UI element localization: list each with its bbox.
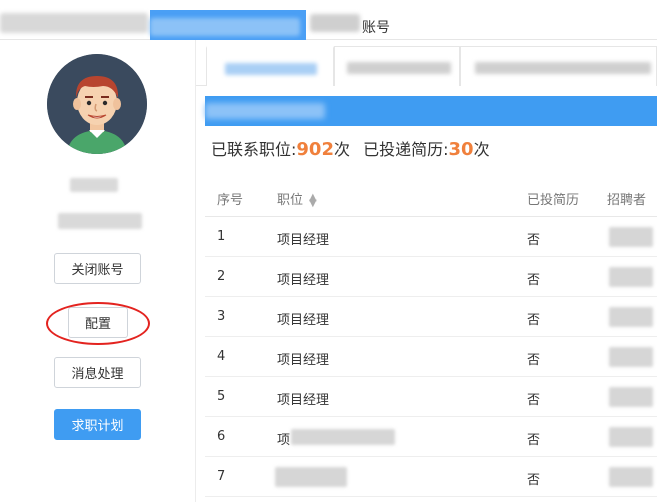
top-nav: 账号	[0, 0, 657, 40]
table-row[interactable]: 2 项目经理 否	[205, 257, 657, 297]
avatar-illustration	[47, 54, 147, 154]
cell-index: 4	[217, 349, 226, 364]
content-tabs	[196, 40, 657, 86]
cell-recruiter-blurred	[609, 427, 653, 447]
cell-applied: 否	[527, 433, 541, 448]
applied-count: 30	[448, 139, 474, 160]
table-body: 1 项目经理否 2 项目经理否 3 项目经理否 4 项目经理否 5 项目经理否 6 项否 7 否	[205, 217, 657, 497]
message-handling-button[interactable]: 消息处理	[54, 357, 141, 388]
cell-position: 项目经理	[277, 353, 330, 368]
table-row[interactable]: 4 项目经理 否	[205, 337, 657, 377]
applied-label: 已投递简历:	[363, 140, 449, 159]
cell-recruiter-blurred	[609, 227, 653, 247]
header-recruiter: 招聘者	[607, 193, 647, 208]
cell-position: 项目经理	[277, 233, 330, 248]
table-row[interactable]: 6 项 否	[205, 417, 657, 457]
cell-position: 项目经理	[277, 313, 330, 328]
contacted-unit: 次	[333, 140, 350, 159]
cell-applied: 否	[527, 233, 541, 248]
cell-index: 1	[217, 229, 226, 244]
table-row[interactable]: 5 项目经理 否	[205, 377, 657, 417]
tab-blurred-3[interactable]	[460, 46, 657, 86]
table-row[interactable]: 1 项目经理 否	[205, 217, 657, 257]
cell-recruiter-blurred	[609, 387, 653, 407]
cell-recruiter-blurred	[609, 267, 653, 287]
cell-position: 项目经理	[277, 273, 330, 288]
tab-label-blurred	[475, 62, 651, 74]
job-plan-button[interactable]: 求职计划	[54, 409, 141, 440]
cell-index: 5	[217, 389, 226, 404]
cell-position: 项	[277, 433, 291, 448]
cell-index: 6	[217, 429, 226, 444]
table-header: 序号 职位 ▲ ▼ 已投简历 招聘者	[205, 177, 657, 217]
nav-item-blurred-prefix	[310, 14, 360, 32]
tab-label-blurred	[225, 63, 317, 75]
header-position-label: 职位	[277, 193, 304, 208]
header-index: 序号	[217, 193, 244, 208]
cell-recruiter-blurred	[609, 307, 653, 327]
cell-index: 7	[217, 469, 226, 484]
sidebar: 关闭账号 配置 消息处理 求职计划	[0, 40, 196, 502]
header-position[interactable]: 职位 ▲ ▼	[277, 189, 317, 208]
section-title-blurred	[205, 103, 325, 119]
username-blurred	[70, 178, 118, 192]
avatar	[47, 54, 147, 154]
header-applied: 已投简历	[527, 193, 580, 208]
close-account-button[interactable]: 关闭账号	[54, 253, 141, 284]
cell-applied: 否	[527, 353, 541, 368]
jobs-table: 序号 职位 ▲ ▼ 已投简历 招聘者 1 项目经理否 2 项目经理否 3 项目经理否 4 项目经理…	[205, 177, 657, 497]
stats-summary: 已联系职位:902次 已投递简历:30次	[211, 136, 490, 160]
sort-icon[interactable]: ▲ ▼	[309, 192, 317, 208]
nav-item-active-label-blurred	[150, 18, 300, 36]
nav-item-account[interactable]: 账号	[362, 17, 390, 37]
nav-item-blurred[interactable]	[0, 13, 148, 33]
contacted-label: 已联系职位:	[211, 140, 297, 159]
cell-index: 3	[217, 309, 226, 324]
cell-applied: 否	[527, 393, 541, 408]
cell-recruiter-blurred	[609, 467, 653, 487]
cell-applied: 否	[527, 313, 541, 328]
tab-blurred-2[interactable]	[334, 46, 460, 86]
contacted-count: 902	[296, 139, 334, 160]
tab-active[interactable]	[206, 46, 334, 86]
cell-position: 项目经理	[277, 393, 330, 408]
table-row[interactable]: 3 项目经理 否	[205, 297, 657, 337]
cell-index: 2	[217, 269, 226, 284]
table-row[interactable]: 7否	[205, 457, 657, 497]
nav-item-active[interactable]	[150, 10, 306, 40]
config-button[interactable]: 配置	[68, 307, 128, 338]
section-header-bar	[205, 96, 657, 126]
cell-position-blurred	[291, 429, 395, 445]
user-info-blurred	[58, 213, 142, 229]
cell-recruiter-blurred	[609, 347, 653, 367]
cell-applied: 否	[527, 273, 541, 288]
applied-unit: 次	[473, 140, 490, 159]
cell-applied: 否	[527, 473, 541, 488]
tab-label-blurred	[347, 62, 451, 74]
cell-position-blurred	[275, 467, 347, 487]
